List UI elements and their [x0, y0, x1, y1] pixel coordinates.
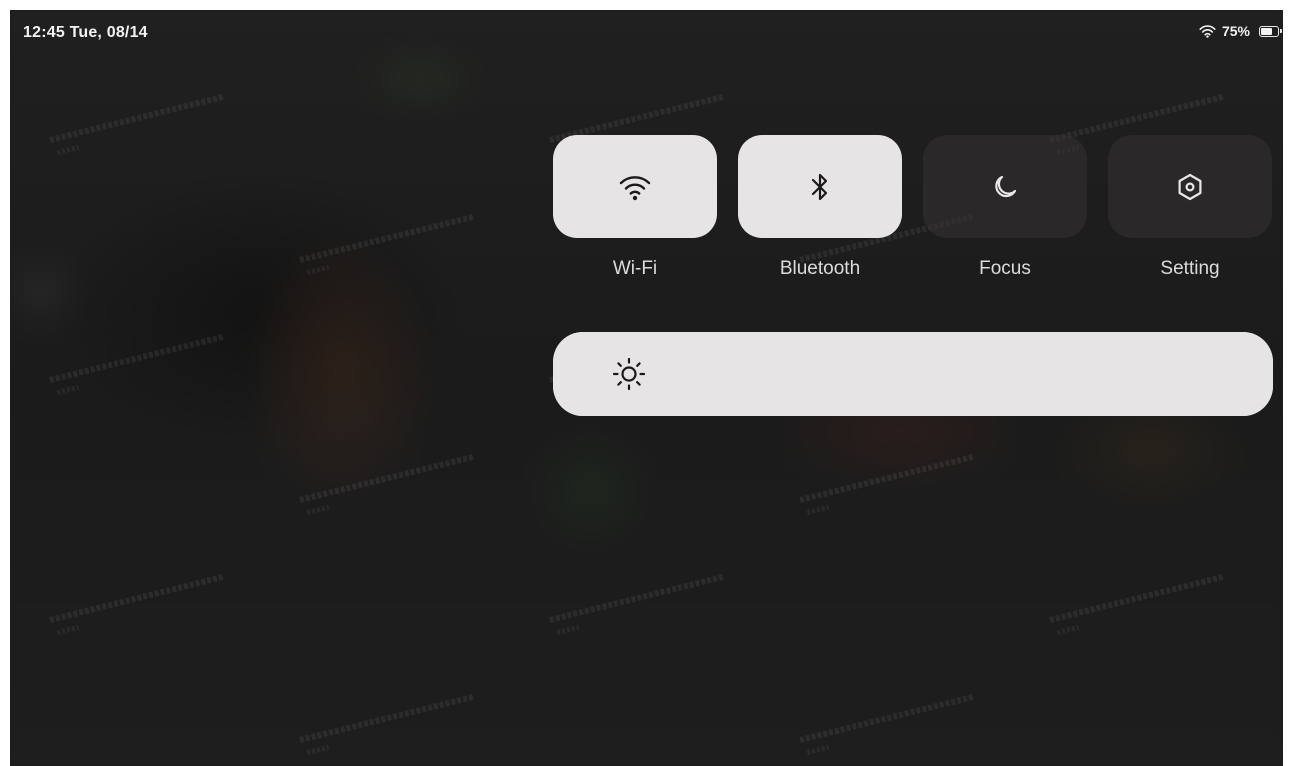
brightness-slider[interactable] [553, 332, 1273, 416]
battery-percent: 75% [1221, 23, 1250, 39]
wifi-toggle[interactable] [553, 135, 717, 238]
wifi-label: Wi-Fi [612, 258, 658, 279]
status-date: Tue, 08/14 [69, 24, 148, 41]
status-clock: 12:45 Tue, 08/14 [23, 24, 148, 42]
focus-label: Focus [979, 258, 1031, 279]
bluetooth-toggle[interactable] [738, 135, 902, 238]
sun-icon [610, 355, 648, 398]
status-indicators: 75% [1199, 23, 1282, 39]
wifi-icon [618, 172, 652, 202]
battery-fill [1261, 27, 1273, 35]
settings-icon [1175, 172, 1205, 202]
brightness-fill [553, 332, 1273, 416]
status-bar: 12:45 Tue, 08/14 75% [10, 10, 1283, 56]
battery-icon [1259, 25, 1282, 37]
screen: 12:45 Tue, 08/14 75% Wi-Fi Bluetooth Foc… [10, 10, 1283, 766]
wifi-status-icon [1199, 24, 1216, 38]
battery-cap [1280, 29, 1282, 33]
setting-label: Setting [1160, 258, 1220, 279]
moon-icon [991, 173, 1019, 201]
bluetooth-label: Bluetooth [779, 258, 861, 279]
bluetooth-icon [808, 171, 832, 203]
settings-toggle[interactable] [1108, 135, 1272, 238]
status-time: 12:45 [23, 24, 65, 41]
focus-toggle[interactable] [923, 135, 1087, 238]
